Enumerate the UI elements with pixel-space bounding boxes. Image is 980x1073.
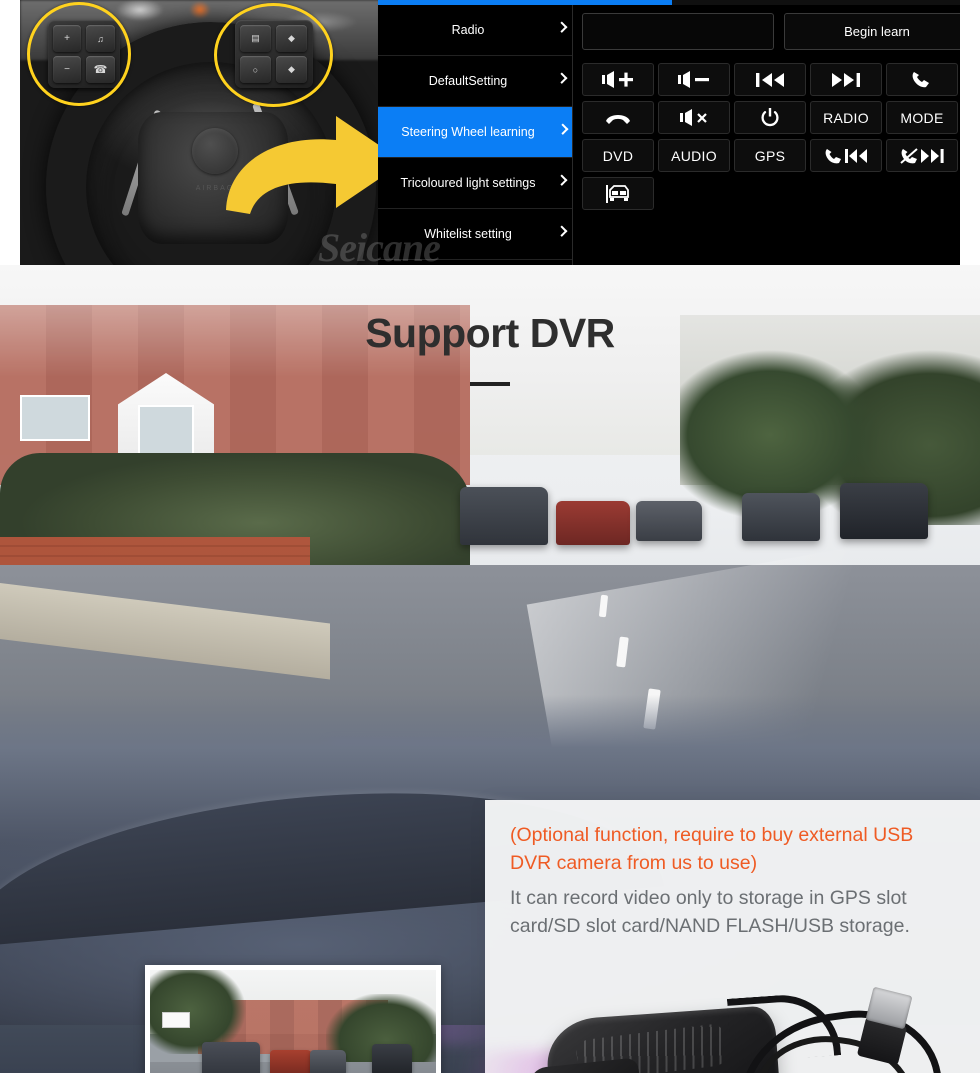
learn-key-grid: RADIO MODE DVD AUDIO GPS (582, 63, 958, 210)
key-car-front[interactable] (582, 177, 654, 210)
key-previous-track[interactable] (734, 63, 806, 96)
page-root: AIRBAG + ♫ − ☎ ▤ ◆ ○ ◆ Radio DefaultSett… (0, 0, 980, 1073)
key-next-track[interactable] (810, 63, 882, 96)
parked-car (742, 493, 820, 541)
car-front-icon (606, 184, 629, 203)
menu-item-tricoloured-light-settings[interactable]: Tricoloured light settings (378, 158, 572, 209)
parked-car (840, 483, 928, 539)
key-gps[interactable]: GPS (734, 139, 806, 172)
menu-item-label: Whitelist setting (424, 226, 512, 241)
menu-item-steering-wheel-learning[interactable]: Steering Wheel learning (378, 107, 572, 158)
volume-up-icon (602, 71, 633, 88)
key-volume-up[interactable] (582, 63, 654, 96)
menu-item-label: DefaultSetting (428, 73, 508, 88)
key-mute[interactable] (658, 101, 730, 134)
key-phone-reject-next[interactable] (886, 139, 958, 172)
head-unit-ui: Radio DefaultSetting Steering Wheel lear… (318, 0, 960, 265)
key-dvd[interactable]: DVD (582, 139, 654, 172)
arrow-icon (226, 116, 380, 214)
settings-menu: Radio DefaultSetting Steering Wheel lear… (378, 5, 573, 265)
key-phone-hangup[interactable] (582, 101, 654, 134)
chevron-right-icon (556, 174, 568, 186)
learn-row: Begin learn (582, 13, 960, 50)
window (20, 395, 90, 441)
previous-track-icon (756, 72, 784, 87)
thumb-car (270, 1050, 312, 1073)
optional-function-notice: (Optional function, require to buy exter… (510, 824, 914, 874)
menu-item-whitelist-setting[interactable]: Whitelist setting (378, 209, 572, 260)
mute-icon (680, 109, 707, 126)
highlight-circle-left (27, 2, 131, 106)
learn-input-field[interactable] (582, 13, 774, 50)
steering-wheel-photo: AIRBAG + ♫ − ☎ ▤ ◆ ○ ◆ (20, 0, 380, 265)
key-audio[interactable]: AUDIO (658, 139, 730, 172)
parked-car (460, 487, 548, 545)
phone-answer-icon (912, 71, 929, 87)
chevron-right-icon (556, 21, 568, 33)
thumb-car (372, 1044, 412, 1073)
thumb-car (310, 1050, 346, 1073)
phone-hangup-icon (606, 114, 630, 124)
chevron-right-icon (556, 72, 568, 84)
thumbnail-image (150, 970, 436, 1073)
thumb-roadside-sign (162, 1012, 190, 1028)
begin-learn-button[interactable]: Begin learn (784, 13, 960, 50)
key-volume-down[interactable] (658, 63, 730, 96)
key-phone-answer[interactable] (886, 63, 958, 96)
thumb-car (202, 1042, 260, 1073)
dashcam-footage-thumbnail (145, 965, 441, 1073)
key-power[interactable] (734, 101, 806, 134)
steering-wheel-learning-pane: Begin learn RADIO MODE DVD AUDIO GPS (574, 5, 960, 265)
phone-previous-icon (825, 148, 867, 163)
menu-item-label: Steering Wheel learning (401, 124, 535, 139)
menu-item-label: Radio (451, 22, 485, 37)
power-icon (761, 107, 779, 126)
head-unit-screenshot: AIRBAG + ♫ − ☎ ▤ ◆ ○ ◆ Radio DefaultSett… (20, 0, 960, 265)
key-mode[interactable]: MODE (886, 101, 958, 134)
menu-item-radio[interactable]: Radio (378, 5, 572, 56)
parked-car (556, 501, 630, 545)
next-track-icon (832, 72, 860, 87)
usb-dvr-camera-image: Seicane (463, 985, 963, 1073)
title-underline (470, 382, 510, 386)
yellow-arrow-annotation (218, 110, 380, 220)
key-phone-previous[interactable] (810, 139, 882, 172)
volume-down-icon (678, 71, 709, 88)
info-panel: (Optional function, require to buy exter… (463, 800, 980, 1073)
phone-reject-next-icon (900, 147, 944, 164)
chevron-right-icon (556, 225, 568, 237)
page-title: Support DVR (365, 310, 615, 356)
menu-item-label: Tricoloured light settings (400, 176, 536, 190)
dvr-description: It can record video only to storage in G… (510, 887, 910, 937)
dvr-feature-section: Support DVR (Optional function, require … (0, 265, 980, 1073)
menu-item-default-setting[interactable]: DefaultSetting (378, 56, 572, 107)
parked-car (636, 501, 702, 541)
highlight-circle-right (214, 3, 333, 107)
key-radio[interactable]: RADIO (810, 101, 882, 134)
chevron-right-icon (557, 123, 569, 135)
